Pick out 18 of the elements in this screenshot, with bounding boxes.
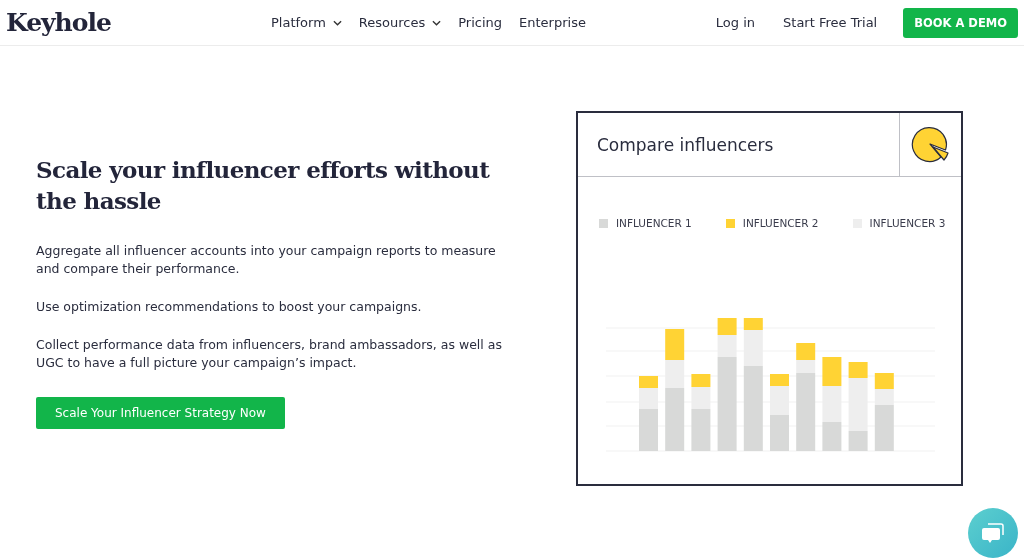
pie-chart-icon [910, 124, 951, 165]
card-title: Compare influencers [596, 133, 775, 157]
login-link[interactable]: Log in [715, 15, 756, 30]
free-trial-link[interactable]: Start Free Trial [783, 15, 878, 30]
legend-label: INFLUENCER 3 [869, 217, 946, 229]
nav-link[interactable]: Resources [358, 15, 442, 30]
chat-bubbles-icon [981, 522, 1005, 544]
chat-button[interactable] [968, 508, 1018, 558]
nav-link[interactable]: Platform [271, 15, 342, 30]
keyhole-logo[interactable]: Keyhole [6, 8, 271, 37]
nav-link[interactable]: Pricing [458, 15, 503, 30]
hero-paragraph: Collect performance data from influencers, brand ambassadors, as well as UGC to have a full picture your campaign’s impact. [36, 336, 503, 372]
hero-paragraph: Use optimization recommendations to boost your campaigns. [36, 298, 423, 316]
legend-label: INFLUENCER 2 [742, 217, 819, 229]
legend-label: INFLUENCER 1 [616, 217, 692, 229]
nav-link[interactable]: Enterprise [519, 15, 586, 30]
hero-paragraph: Aggregate all influencer accounts into your campaign reports to measure and compare their performance. [36, 242, 497, 278]
hero-heading: Scale your influencer efforts without the hassle [36, 155, 491, 216]
